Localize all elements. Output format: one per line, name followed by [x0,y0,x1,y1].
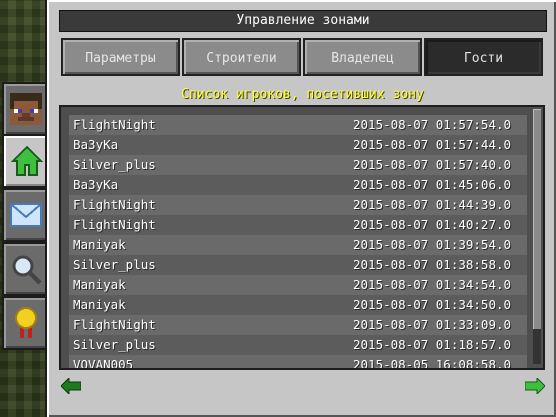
visitor-row[interactable]: FlightNight 2015-08-07 01:57:54.0 [69,115,527,135]
visit-date: 2015-08-07 01:40:27.0 [353,217,512,232]
sidetab-search[interactable] [2,242,47,296]
visit-date: 2015-08-07 01:57:40.0 [353,157,512,172]
visitor-row[interactable]: Maniyak 2015-08-07 01:39:54.0 [69,235,527,255]
visitor-row[interactable]: Silver_plus 2015-08-07 01:57:40.0 [69,155,527,175]
visitor-name: Ba3yKa [73,177,119,192]
medal-icon [14,307,37,338]
visit-date: 2015-08-07 01:39:54.0 [353,237,512,252]
visit-date: 2015-08-07 01:57:44.0 [353,137,512,152]
visit-date: 2015-08-07 01:45:06.0 [353,177,512,192]
visit-date: 2015-08-07 01:38:58.0 [353,257,512,272]
visitor-row[interactable]: Ba3yKa 2015-08-07 01:57:44.0 [69,135,527,155]
list-heading: Список игроков, посетивших зону [181,87,424,102]
visitor-name: FlightNight [73,217,156,232]
visitor-name: Maniyak [73,277,126,292]
visitor-row[interactable]: VOVAN005 2015-08-05 16:08:58.0 [69,355,527,370]
tab-guests[interactable]: Гости [424,38,543,76]
visitor-row[interactable]: Silver_plus 2015-08-07 01:18:57.0 [69,335,527,355]
visit-date: 2015-08-07 01:57:54.0 [353,117,512,132]
visitor-name: Ba3yKa [73,137,119,152]
visit-date: 2015-08-07 01:33:09.0 [353,317,512,332]
house-icon [10,145,43,176]
visitor-row[interactable]: Ba3yKa 2015-08-07 01:45:06.0 [69,175,527,195]
player-head-icon [9,93,42,125]
scrollbar-thumb[interactable] [533,109,541,329]
magnifier-icon [12,255,42,285]
scrollbar[interactable] [533,109,541,364]
arrow-right-icon[interactable] [525,378,545,394]
visitor-row[interactable]: Maniyak 2015-08-07 01:34:54.0 [69,275,527,295]
tab-parameters[interactable]: Параметры [61,38,180,76]
visit-date: 2015-08-07 01:44:39.0 [353,197,512,212]
visit-date: 2015-08-07 01:34:54.0 [353,277,512,292]
tab-builders[interactable]: Строители [182,38,301,76]
visitor-name: Silver_plus [73,257,156,272]
visitor-name: FlightNight [73,197,156,212]
visitor-name: Maniyak [73,237,126,252]
visitor-name: VOVAN005 [73,357,134,370]
envelope-icon [9,203,42,227]
visitor-name: Silver_plus [73,157,156,172]
visit-date: 2015-08-05 16:08:58.0 [353,357,512,370]
sidetab-house[interactable] [2,134,49,188]
sidetab-mail[interactable] [2,188,47,242]
panel-title: Управление зонами [59,10,547,32]
visitor-row[interactable]: FlightNight 2015-08-07 01:40:27.0 [69,215,527,235]
visitor-row[interactable]: Maniyak 2015-08-07 01:34:50.0 [69,295,527,315]
visit-date: 2015-08-07 01:18:57.0 [353,337,512,352]
tab-bar: Параметры Строители Владелец Гости [61,38,543,78]
visitor-row[interactable]: Silver_plus 2015-08-07 01:38:58.0 [69,255,527,275]
visitor-row[interactable]: FlightNight 2015-08-07 01:33:09.0 [69,315,527,335]
visitor-name: Maniyak [73,297,126,312]
sidetab-medal[interactable] [2,296,47,350]
visitor-name: FlightNight [73,317,156,332]
arrow-left-icon[interactable] [61,378,81,394]
visitor-rows: FlightNight 2015-08-07 01:57:54.0 Ba3yKa 20… [61,107,543,370]
sidetab-player[interactable] [2,82,47,136]
visitor-list[interactable]: FlightNight 2015-08-07 01:57:54.0 Ba3yKa 20… [59,105,545,370]
visitor-row[interactable]: FlightNight 2015-08-07 01:44:39.0 [69,195,527,215]
visitor-name: FlightNight [73,117,156,132]
zone-management-panel: Управление зонами Параметры Строители Вл… [45,0,556,417]
visit-date: 2015-08-07 01:34:50.0 [353,297,512,312]
tab-owner[interactable]: Владелец [303,38,422,76]
visitor-name: Silver_plus [73,337,156,352]
